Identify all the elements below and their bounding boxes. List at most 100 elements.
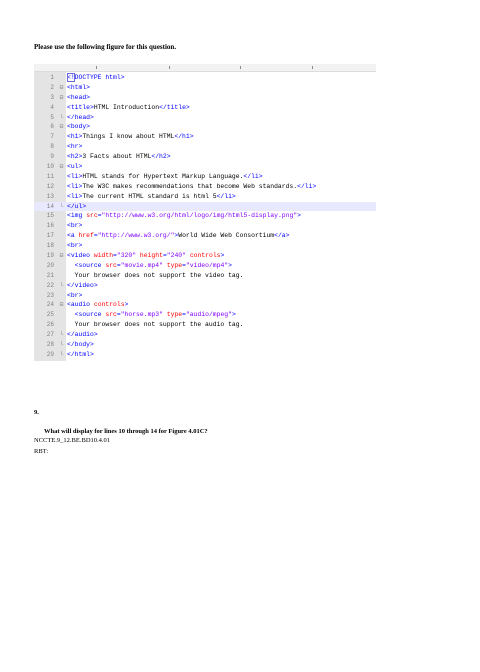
code-token: Things I know about HTML	[82, 133, 175, 141]
code-token: >	[124, 301, 129, 309]
code-token: <source	[74, 261, 106, 269]
code-line: 18 <br>	[34, 241, 376, 251]
line-number: 8	[50, 143, 54, 151]
code-token: "audio/mpeg"	[185, 311, 232, 319]
line-number: 15	[46, 212, 54, 220]
code-token: 3 Facts about HTML	[82, 153, 152, 161]
code-token: >	[297, 212, 301, 220]
code-line: 5 └ </head>	[34, 113, 376, 123]
code-token: src	[86, 212, 98, 220]
code-token: controls	[93, 301, 125, 309]
code-text: <title>HTML Introduction</title>	[67, 103, 190, 113]
fold-collapse-icon[interactable]: ⊟	[58, 162, 65, 172]
code-token: src	[105, 311, 117, 319]
code-line: 2 ⊟ <html>	[34, 83, 376, 93]
code-token: <source	[74, 311, 106, 319]
code-token: <!DOCTYPE html>	[67, 74, 125, 81]
code-token: </title>	[159, 103, 190, 111]
code-text: Your browser does not support the audio …	[67, 320, 244, 330]
code-line: 14 └ </ul>	[34, 201, 376, 212]
code-token: Your browser does not support the audio …	[67, 321, 244, 329]
editor-ruler	[34, 64, 376, 72]
code-token: </li>	[216, 192, 236, 200]
code-token: "movie.mp4"	[120, 261, 163, 269]
code-line: 12 <li>The W3C makes recommendations that…	[34, 182, 376, 192]
line-number: 18	[46, 242, 54, 250]
code-text: <head>	[67, 93, 90, 103]
code-line: 22 └ </video>	[34, 281, 376, 291]
code-token: </h2>	[151, 153, 171, 161]
bracket-match-box	[67, 73, 75, 82]
code-token: <ul>	[67, 163, 83, 171]
line-number: 27	[46, 331, 54, 339]
line-number: 3	[50, 93, 54, 101]
line-number: 9	[50, 153, 54, 161]
line-number: 7	[50, 133, 54, 141]
code-text: <li>The W3C makes recommendations that b…	[67, 182, 316, 192]
code-text: <source src="horse.mp3" type="audio/mpeg…	[67, 310, 236, 320]
question-number: 9.	[34, 409, 39, 416]
code-line: 10 ⊟ <ul>	[34, 162, 376, 172]
fold-end-icon: └	[59, 331, 64, 339]
fold-end-icon: └	[59, 113, 64, 121]
fold-collapse-icon[interactable]: ⊟	[58, 83, 65, 93]
code-line: 1 <!DOCTYPE html>	[34, 73, 376, 83]
code-token: src	[105, 261, 117, 269]
line-number: 24	[46, 301, 54, 309]
code-token: <body>	[67, 123, 91, 131]
code-token: <video	[67, 252, 94, 260]
code-line: 17 <a href="http://www.w3.org/">World Wid…	[34, 231, 376, 241]
line-number: 23	[46, 291, 54, 299]
code-token: HTML stands for Hypertext Markup Languag…	[82, 172, 244, 180]
code-token: <li>	[67, 172, 83, 180]
code-text: </head>	[67, 113, 94, 123]
code-line: 26 Your browser does not support the aud…	[34, 320, 376, 330]
code-line: 15 <img src="http://www.w3.org/html/logo/…	[34, 211, 376, 221]
code-token: </h1>	[174, 133, 194, 141]
code-line: 23 <br>	[34, 291, 376, 301]
code-token: HTML Introduction	[93, 103, 160, 111]
code-text: <source src="movie.mp4" type="video/mp4"…	[67, 261, 232, 271]
code-text: <a href="http://www.w3.org/">World Wide …	[67, 231, 289, 241]
code-token: </a>	[274, 232, 290, 240]
code-token: The current HTML standard is html 5	[82, 192, 217, 200]
code-line: 11 <li>HTML stands for Hypertext Markup L…	[34, 172, 376, 182]
fold-collapse-icon[interactable]: ⊟	[58, 251, 65, 261]
question-text: What will display for lines 10 through 1…	[44, 428, 208, 435]
code-token: "horse.mp3"	[120, 311, 163, 319]
rbt-label: RBT:	[34, 448, 49, 455]
fold-collapse-icon[interactable]: ⊟	[58, 122, 65, 132]
fold-end-icon: └	[59, 350, 64, 358]
line-number: 20	[46, 261, 54, 269]
code-text: <video width="320" height="240" controls…	[67, 251, 224, 261]
code-text: <ul>	[67, 162, 82, 172]
code-token: </body>	[67, 341, 94, 349]
code-text: <html>	[67, 83, 90, 93]
line-number: 1	[50, 74, 54, 81]
code-token: >	[231, 311, 236, 319]
code-token: type	[166, 311, 183, 319]
line-number: 6	[50, 123, 54, 131]
line-number: 16	[46, 222, 54, 230]
code-line: 9 <h2>3 Facts about HTML</h2>	[34, 152, 376, 162]
code-line: 7 <h1>Things I know about HTML</h1>	[34, 132, 376, 142]
fold-collapse-icon[interactable]: ⊟	[58, 93, 65, 103]
code-text: <hr>	[67, 142, 82, 152]
line-number: 22	[46, 281, 54, 289]
code-token: <h1>	[67, 133, 83, 141]
code-text: <br>	[67, 221, 82, 231]
code-text: <body>	[67, 122, 90, 132]
code-line: 6 ⊟ <body>	[34, 122, 376, 132]
code-token: "video/mp4"	[185, 261, 229, 269]
code-token: <br>	[67, 291, 83, 299]
code-token: </li>	[297, 182, 317, 190]
fold-end-icon: └	[59, 202, 64, 210]
code-token: </li>	[243, 172, 263, 180]
code-text: </ul>	[67, 202, 86, 212]
code-token: <a	[67, 232, 79, 240]
fold-collapse-icon[interactable]: ⊟	[58, 300, 65, 310]
code-token: width	[93, 252, 114, 260]
line-number: 2	[50, 83, 54, 91]
